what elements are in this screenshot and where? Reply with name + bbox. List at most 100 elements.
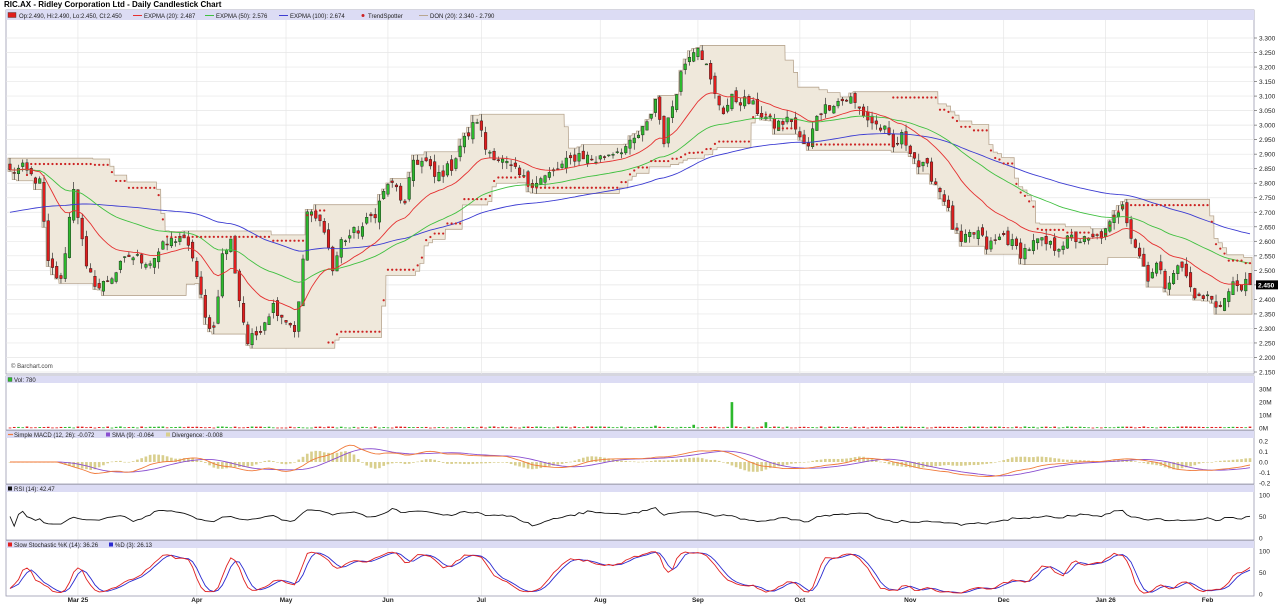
trend-dot <box>47 162 50 166</box>
volume-bar <box>832 426 836 428</box>
month-label-1: Apr <box>191 597 203 604</box>
trend-dot <box>879 143 882 146</box>
volume-bar <box>637 427 640 428</box>
macd-hist-bar <box>883 462 887 463</box>
trend-dot <box>616 186 619 189</box>
volume-bar <box>153 426 156 428</box>
volume-bar <box>46 426 50 428</box>
candle-body <box>870 115 874 124</box>
volume-bar <box>446 427 449 429</box>
volume-bar <box>34 427 37 429</box>
trend-dot <box>989 149 993 152</box>
price-tick-label: 2.150 <box>1259 370 1276 377</box>
price-tick-label: 2.500 <box>1259 268 1276 275</box>
candle-body <box>1023 248 1027 260</box>
trend-dot <box>81 162 84 166</box>
volume-bar <box>1134 427 1137 429</box>
volume-bar <box>59 426 63 428</box>
trend-dot <box>255 235 258 238</box>
macd-hist-bar <box>662 460 666 462</box>
candle-body <box>246 324 250 345</box>
candle-body <box>186 237 190 246</box>
volume-tick-label: 0M <box>1259 426 1268 433</box>
trend-dot <box>191 235 194 238</box>
macd-hist-bar <box>348 451 352 462</box>
volume-bar <box>683 427 687 428</box>
trend-dot <box>1113 215 1116 218</box>
candle-body <box>569 155 573 159</box>
volume-bar <box>25 426 29 428</box>
volume-bar <box>590 426 594 428</box>
candle-body <box>904 131 908 146</box>
candle-body <box>505 161 509 164</box>
legend-don: DON (20): 2.340 - 2.790 <box>430 14 495 20</box>
candle-body <box>259 331 263 333</box>
macd-hist-bar <box>739 462 742 469</box>
candle-body <box>135 254 139 256</box>
candlestick-chart[interactable]: 3.300 3.250 3.200 3.150 3.100 3.050 3.000 2.950… <box>0 0 1279 615</box>
candle-body <box>721 107 725 115</box>
volume-bar <box>242 427 245 429</box>
trend-dot <box>1087 231 1090 234</box>
macd-hist-bar <box>484 462 487 464</box>
volume-bar <box>416 427 419 428</box>
macd-hist-bar <box>917 462 921 468</box>
macd-hist-bar <box>760 462 763 472</box>
candle-body <box>428 159 432 167</box>
macd-hist-bar <box>131 461 135 462</box>
trend-dot <box>633 169 636 172</box>
macd-hist-bar <box>874 460 878 462</box>
volume-bar <box>1010 427 1014 429</box>
volume-bar <box>29 427 33 429</box>
volume-bar <box>1235 426 1239 428</box>
candle-body <box>658 96 662 120</box>
volume-bar <box>1184 426 1188 428</box>
volume-tick-label: 20M <box>1259 400 1272 407</box>
trend-dot <box>926 96 929 99</box>
macd-hist-bar <box>675 459 679 462</box>
candle-body <box>670 106 674 118</box>
trend-dot <box>1070 231 1073 234</box>
trend-dot <box>870 143 874 146</box>
candle-body <box>301 258 305 307</box>
stoch-d-swatch <box>109 542 113 547</box>
trend-dot <box>250 235 254 238</box>
trend-dot <box>1244 262 1247 265</box>
stoch-panel-header <box>6 541 1254 548</box>
trend-dot <box>497 176 500 179</box>
volume-bar <box>80 426 84 428</box>
volume-bar <box>768 427 772 428</box>
candle-body <box>985 236 989 250</box>
candle-body <box>1133 239 1137 248</box>
candle-body <box>636 134 641 138</box>
volume-bar <box>1044 426 1048 428</box>
candle-body <box>653 99 657 113</box>
trend-dot <box>68 162 71 166</box>
trend-dot <box>1231 259 1235 262</box>
macd-hist-bar <box>819 459 823 462</box>
candle-body <box>1057 249 1061 252</box>
stoch-d-label: %D (3): 26.13 <box>115 543 153 549</box>
volume-bar <box>187 426 190 428</box>
trend-dot <box>195 235 198 238</box>
trend-dot <box>807 143 810 146</box>
trend-dot <box>1019 191 1022 194</box>
macd-hist-bar <box>352 454 356 462</box>
trend-dot <box>735 140 738 143</box>
candle-body <box>874 120 878 125</box>
volume-bar <box>917 427 921 428</box>
volume-bar <box>1087 427 1090 429</box>
trend-dot <box>450 222 453 225</box>
trend-dot <box>522 175 525 179</box>
volume-tick-label: 10M <box>1259 413 1272 420</box>
volume-bar <box>288 426 292 428</box>
candle-body <box>526 171 530 186</box>
trend-dot <box>454 222 457 225</box>
candle-body <box>1019 242 1023 259</box>
macd-hist-bar <box>1206 462 1209 463</box>
macd-hist-bar <box>539 462 543 469</box>
candle-body <box>645 121 649 131</box>
volume-bar <box>284 427 288 429</box>
volume-bar <box>641 427 645 428</box>
macd-hist-bar <box>399 462 403 464</box>
